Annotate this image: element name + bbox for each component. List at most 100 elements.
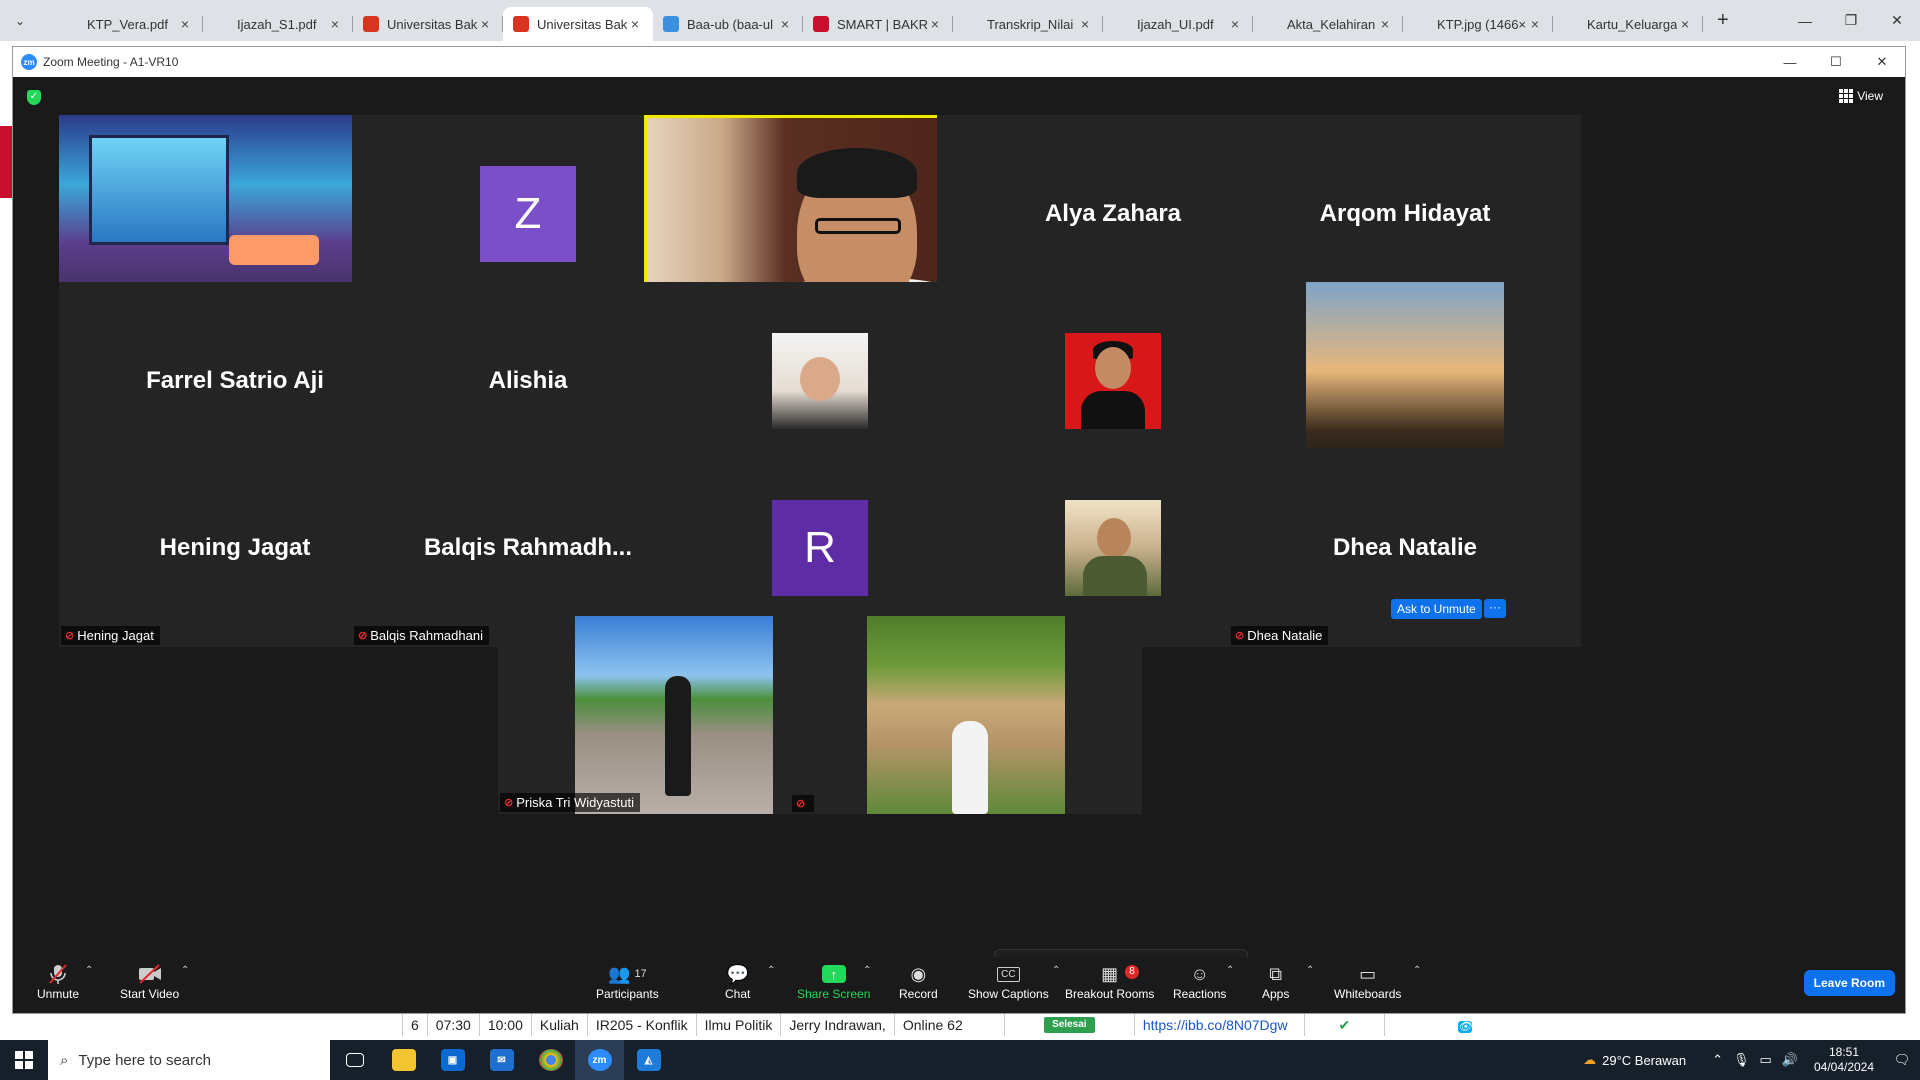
browser-tab[interactable]: Ijazah_S1.pdf × (203, 7, 353, 41)
tab-close-icon[interactable]: × (627, 16, 643, 32)
reactions-button[interactable]: ☺ Reactions (1173, 961, 1226, 1002)
zoom-taskbar-button[interactable]: zm (575, 1040, 624, 1080)
ask-to-unmute-button[interactable]: Ask to Unmute (1391, 599, 1482, 619)
tab-close-icon[interactable]: × (1227, 16, 1243, 32)
table-cell (1383, 1014, 1444, 1036)
weather-text[interactable]: 29°C Berawan (1602, 1053, 1686, 1068)
browser-tab[interactable]: SMART | BAKRI × (803, 7, 953, 41)
participant-name: Priska Tri Widyastuti (516, 795, 634, 810)
browser-tab[interactable]: Baa-ub (baa-ul × (653, 7, 803, 41)
chat-button[interactable]: 💬 Chat (725, 961, 750, 1002)
meeting-toolbar: Unmute ⌃ Start Video ⌃ 👥 17 Participants … (13, 957, 1905, 1013)
tab-close-icon[interactable]: × (327, 16, 343, 32)
task-view-button[interactable] (330, 1040, 379, 1080)
more-options-button[interactable]: ··· (1484, 599, 1506, 618)
microphone-icon[interactable]: 🎙 (1733, 1052, 1750, 1068)
tab-close-icon[interactable]: × (927, 16, 943, 32)
browser-tab[interactable]: KTP_Vera.pdf × (53, 7, 203, 41)
unmute-button[interactable]: Unmute (37, 961, 79, 1001)
chevron-up-icon[interactable]: ⌃ (1052, 965, 1060, 976)
chevron-up-icon[interactable]: ⌃ (1712, 1052, 1723, 1068)
file-explorer-button[interactable] (379, 1040, 428, 1080)
captions-icon: CC (997, 961, 1020, 987)
tab-close-icon[interactable]: × (177, 16, 193, 32)
start-video-button[interactable]: Start Video (120, 961, 179, 1001)
restore-icon[interactable]: ❐ (1828, 0, 1874, 41)
profile-photo (772, 333, 868, 429)
maximize-icon[interactable]: ☐ (1813, 47, 1859, 77)
view-button[interactable]: View (1839, 89, 1883, 103)
leave-room-button[interactable]: Leave Room (1803, 970, 1895, 996)
browser-tab[interactable]: Ijazah_UI.pdf × (1103, 7, 1253, 41)
share-screen-button[interactable]: ↑ Share Screen (797, 961, 870, 1001)
table-cell: 10:00 (478, 1014, 531, 1036)
table-cell: 👁 (1444, 1014, 1480, 1036)
minimize-icon[interactable]: — (1782, 0, 1828, 41)
tab-close-icon[interactable]: × (477, 16, 493, 32)
start-button[interactable] (0, 1040, 48, 1080)
network-icon[interactable]: ▭ (1760, 1052, 1772, 1068)
tab-label: Universitas Bak (537, 16, 627, 32)
close-icon[interactable]: ✕ (1859, 47, 1905, 77)
new-tab-button[interactable]: + (1717, 9, 1729, 32)
chevron-up-icon[interactable]: ⌃ (181, 965, 189, 976)
muted-mic-icon: ⊘ (796, 798, 806, 810)
browser-tab[interactable]: Transkrip_Nilai × (953, 7, 1103, 41)
window-title: Zoom Meeting - A1-VR10 (43, 55, 179, 69)
volume-icon[interactable]: 🔊 (1782, 1052, 1798, 1068)
store-button[interactable]: ▣ (428, 1040, 477, 1080)
toolbar-label: Unmute (37, 987, 80, 1001)
zoom-icon: zm (587, 1049, 612, 1071)
participants-button[interactable]: 👥 17 Participants (596, 961, 659, 1002)
check-icon: ✔ (1303, 1014, 1384, 1036)
tab-close-icon[interactable]: × (1077, 16, 1093, 32)
browser-tab[interactable]: KTP.jpg (1466× × (1403, 7, 1553, 41)
browser-tab[interactable]: Kartu_Keluarga × (1553, 7, 1703, 41)
apps-icon: ⧉ (1269, 963, 1283, 984)
whiteboards-button[interactable]: ▭ Whiteboards (1334, 961, 1401, 1002)
chat-icon: 💬 (726, 963, 749, 984)
browser-tab[interactable]: Universitas Bak × (353, 7, 503, 41)
table-cell: 07:30 (426, 1014, 479, 1036)
task-view-icon (345, 1053, 364, 1067)
close-icon[interactable]: ✕ (1874, 0, 1920, 41)
mail-button[interactable]: ✉ (477, 1040, 526, 1080)
chevron-up-icon[interactable]: ⌃ (1226, 965, 1234, 976)
tab-close-icon[interactable]: × (1677, 16, 1693, 32)
table-cell: Online 62 (893, 1014, 1004, 1036)
muted-mic-icon: ⊘ (504, 797, 514, 809)
chevron-up-icon[interactable]: ⌃ (863, 965, 871, 976)
participant-tile[interactable]: ⊘ (790, 616, 1142, 814)
recording-link[interactable]: https://ibb.co/8N07Dgw (1133, 1014, 1304, 1036)
chevron-up-icon[interactable]: ⌃ (767, 965, 775, 976)
tab-close-icon[interactable]: × (1527, 16, 1543, 32)
chrome-button[interactable] (526, 1040, 575, 1080)
tab-close-icon[interactable]: × (777, 16, 793, 32)
chevron-up-icon[interactable]: ⌃ (1413, 965, 1421, 976)
photos-button[interactable]: ◭ (624, 1040, 673, 1080)
tab-close-icon[interactable]: × (1377, 16, 1393, 32)
browser-tab[interactable]: Universitas Bak × (503, 7, 653, 41)
favicon-icon (1263, 16, 1279, 32)
apps-button[interactable]: ⧉ Apps (1262, 961, 1289, 1002)
minimize-icon[interactable]: — (1767, 47, 1813, 77)
record-button[interactable]: ◉ Record (899, 961, 938, 1002)
tab-search-button[interactable]: ⌄ (9, 10, 31, 32)
clock[interactable]: 18:51 04/04/2024 (1804, 1045, 1884, 1075)
encryption-shield-icon[interactable]: ✓ (27, 90, 41, 105)
breakout-rooms-button[interactable]: ▦ 8 Breakout Rooms (1065, 961, 1154, 1002)
favicon-icon (213, 16, 229, 32)
notifications-icon[interactable]: 🗨 (1884, 1052, 1920, 1068)
video-off-icon (137, 961, 163, 987)
view-label: View (1857, 89, 1883, 103)
eye-icon[interactable]: 👁 (1457, 1021, 1472, 1033)
taskbar-search[interactable]: ⌕ Type here to search (48, 1040, 330, 1080)
tab-label: Kartu_Keluarga (1587, 16, 1677, 32)
weather-icon[interactable]: ☁ (1583, 1052, 1596, 1068)
participant-nameplate: ⊘ Hening Jagat (61, 626, 160, 645)
schedule-table-row: 6 07:30 10:00 Kuliah IR205 - Konflik Ilm… (402, 1014, 1480, 1036)
chevron-up-icon[interactable]: ⌃ (1306, 965, 1314, 976)
browser-tab[interactable]: Akta_Kelahiran × (1253, 7, 1403, 41)
chevron-up-icon[interactable]: ⌃ (85, 965, 93, 976)
show-captions-button[interactable]: CC Show Captions (968, 961, 1049, 1001)
